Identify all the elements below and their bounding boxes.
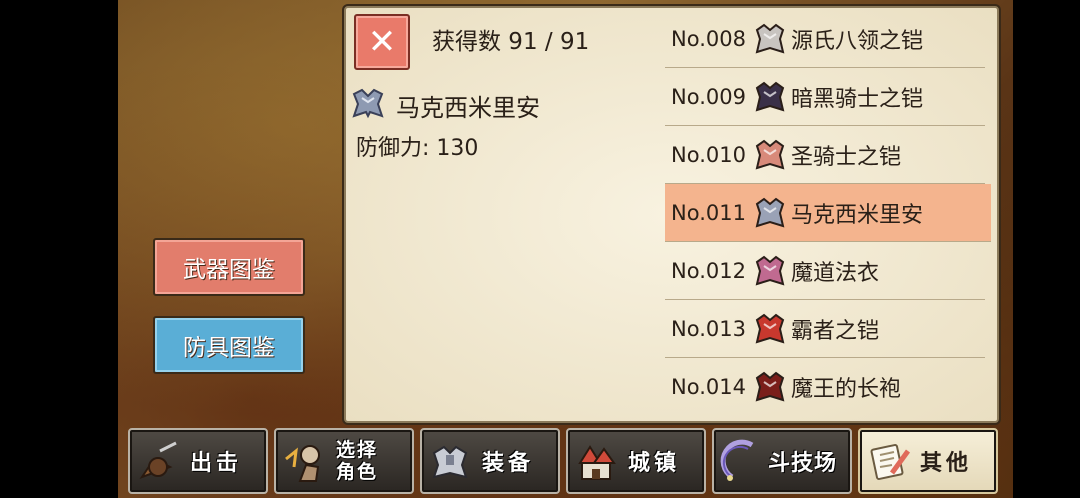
armor-cloth-icon <box>352 88 384 119</box>
tab-label: 装备 <box>482 451 535 476</box>
tab-sortie[interactable]: 出击 <box>128 428 268 494</box>
tab-label: 城镇 <box>628 451 681 476</box>
close-button[interactable]: ✕ <box>354 14 410 70</box>
item-name: 霸者之铠 <box>791 318 880 344</box>
close-icon: ✕ <box>367 22 397 62</box>
red-armor-icon <box>755 313 785 343</box>
magic-robe-icon <box>755 255 785 285</box>
item-name: 圣骑士之铠 <box>791 144 902 170</box>
defense-stat: 防御力: 130 <box>356 136 479 161</box>
item-number: No.011 <box>671 200 746 225</box>
list-item[interactable]: No.012 魔道法衣 <box>665 242 985 300</box>
item-number: No.009 <box>671 84 746 109</box>
item-name: 源氏八领之铠 <box>791 28 924 54</box>
list-item[interactable]: No.014 魔王的长袍 <box>665 358 985 415</box>
demon-robe-icon <box>755 371 785 401</box>
tab-other[interactable]: 其他 <box>858 428 998 494</box>
character-icon <box>285 445 320 482</box>
selected-item-name: 马克西米里安 <box>396 94 540 122</box>
tab-label: 斗技场 <box>768 451 838 476</box>
tab-select-character[interactable]: 选择 角色 <box>274 428 414 494</box>
white-armor-icon <box>755 23 785 53</box>
other-icon <box>870 443 911 481</box>
list-item[interactable]: No.011 马克西米里安 <box>665 184 991 242</box>
item-number: No.012 <box>671 258 746 283</box>
list-item[interactable]: No.010 圣骑士之铠 <box>665 126 985 184</box>
equipment-icon <box>432 445 468 479</box>
bottom-nav-bar: 出击 选择 角色 装备 城镇 斗技场 其他 <box>128 428 998 494</box>
sortie-icon <box>139 441 177 479</box>
armor-encyclopedia-button[interactable]: 防具图鉴 <box>153 316 305 374</box>
obtained-count: 获得数 91 / 91 <box>432 29 590 55</box>
dark-armor-icon <box>755 81 785 111</box>
item-number: No.014 <box>671 374 746 399</box>
tab-equipment[interactable]: 装备 <box>420 428 560 494</box>
arena-icon <box>720 439 754 481</box>
item-name: 魔王的长袍 <box>791 376 902 402</box>
town-icon <box>578 445 616 480</box>
tab-town[interactable]: 城镇 <box>566 428 706 494</box>
tab-label: 选择 角色 <box>336 439 379 483</box>
holy-armor-icon <box>755 139 785 169</box>
tab-label: 其他 <box>920 451 973 476</box>
list-item[interactable]: No.013 霸者之铠 <box>665 300 985 358</box>
tab-arena[interactable]: 斗技场 <box>712 428 852 494</box>
item-number: No.008 <box>671 26 746 51</box>
list-item[interactable]: No.009 暗黑骑士之铠 <box>665 68 985 126</box>
armor-list: No.008 源氏八领之铠 No.009 暗黑骑士之铠 No.010 圣骑士之铠 No.01… <box>665 10 991 415</box>
item-name: 暗黑骑士之铠 <box>791 86 924 112</box>
item-number: No.013 <box>671 316 746 341</box>
item-name: 魔道法衣 <box>791 260 880 286</box>
item-name: 马克西米里安 <box>791 202 924 228</box>
item-number: No.010 <box>671 142 746 167</box>
tab-label: 出击 <box>190 451 243 476</box>
list-item[interactable]: No.008 源氏八领之铠 <box>665 10 985 68</box>
silver-armor-icon <box>755 197 785 227</box>
weapon-encyclopedia-button[interactable]: 武器图鉴 <box>153 238 305 296</box>
